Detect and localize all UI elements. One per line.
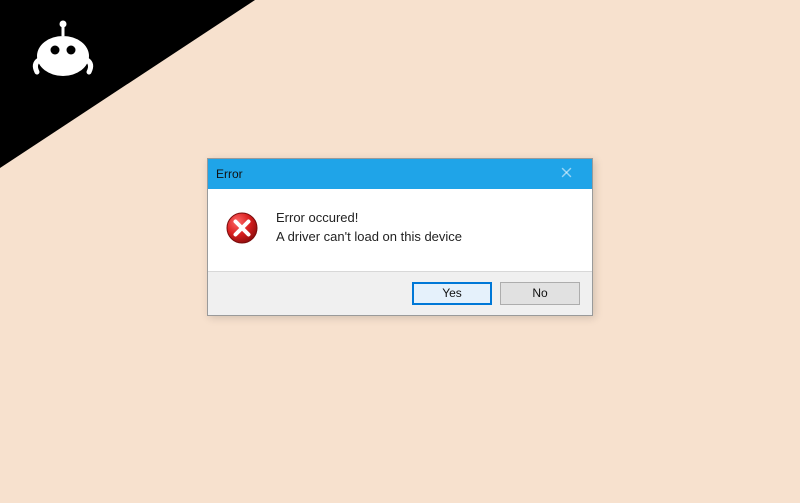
titlebar: Error <box>208 159 592 189</box>
close-button[interactable] <box>546 163 586 185</box>
error-icon <box>224 210 260 246</box>
no-button[interactable]: No <box>500 282 580 305</box>
dialog-content: Error occured! A driver can't load on th… <box>208 189 592 271</box>
message-line-2: A driver can't load on this device <box>276 228 462 247</box>
error-dialog: Error <box>207 158 593 316</box>
button-row: Yes No <box>208 272 592 315</box>
dialog-message: Error occured! A driver can't load on th… <box>276 209 462 247</box>
message-line-1: Error occured! <box>276 209 462 228</box>
dialog-title: Error <box>216 167 243 181</box>
brand-robot-logo <box>23 10 103 90</box>
yes-button[interactable]: Yes <box>412 282 492 305</box>
close-icon <box>561 167 572 181</box>
